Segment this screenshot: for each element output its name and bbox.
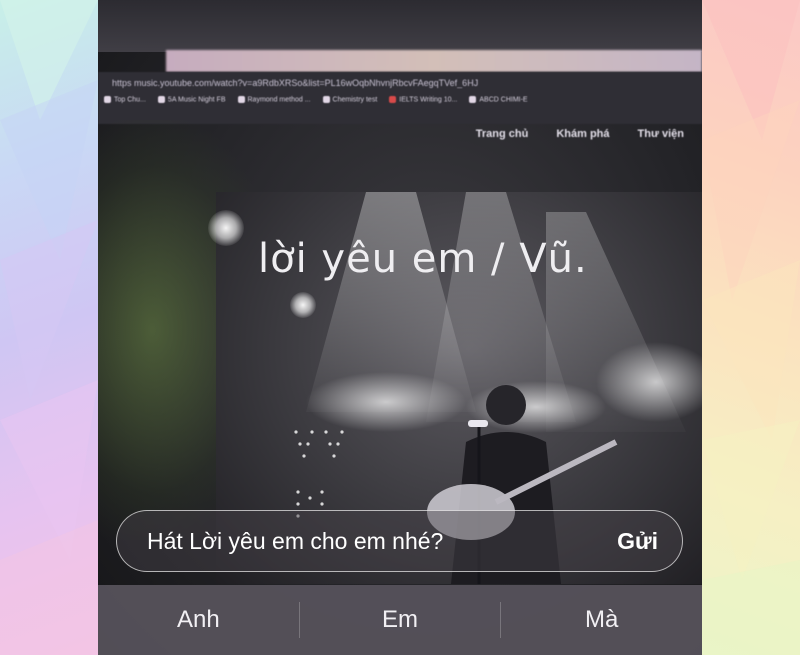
bookmark-item: Chemistry test	[322, 96, 377, 103]
photo-top-edge	[98, 0, 702, 52]
bookmark-item: Top Chu...	[104, 96, 146, 103]
bookmark-item: ABCD CHIMI-E	[469, 96, 528, 103]
bookmark-item: IELTS Writing 10...	[389, 96, 457, 103]
browser-bookmarks: Top Chu... 5A Music Night FB Raymond met…	[104, 96, 528, 103]
video-title: lời yêu em / Vũ.	[258, 236, 588, 282]
site-nav: Trang chủ Khám phá Thư viện	[476, 128, 684, 140]
bookmark-item: Raymond method ...	[237, 96, 311, 103]
nav-explore: Khám phá	[556, 128, 610, 140]
bookmark-item: 5A Music Night FB	[157, 96, 226, 103]
browser-url: https music.youtube.com/watch?v=a9RdbXRS…	[112, 78, 479, 88]
suggestion-anh[interactable]: Anh	[98, 600, 299, 640]
suggestion-ma[interactable]: Mà	[501, 600, 702, 640]
right-poly-pattern	[702, 0, 800, 655]
stage-light-spot	[208, 210, 244, 246]
nav-library: Thư viện	[637, 128, 684, 140]
stage-light-spot	[290, 292, 316, 318]
left-poly-pattern	[0, 0, 98, 655]
send-button[interactable]: Gửi	[617, 528, 658, 555]
right-background-panel	[702, 0, 800, 655]
message-input-field[interactable]: Hát Lời yêu em cho em nhé? Gửi	[116, 510, 683, 572]
predictive-text-bar: Anh Em Mà	[98, 585, 702, 655]
left-background-panel	[0, 0, 98, 655]
browser-address-bar	[166, 50, 702, 72]
suggestion-em[interactable]: Em	[300, 600, 501, 640]
message-text[interactable]: Hát Lời yêu em cho em nhé?	[147, 528, 443, 555]
nav-home: Trang chủ	[475, 128, 529, 140]
